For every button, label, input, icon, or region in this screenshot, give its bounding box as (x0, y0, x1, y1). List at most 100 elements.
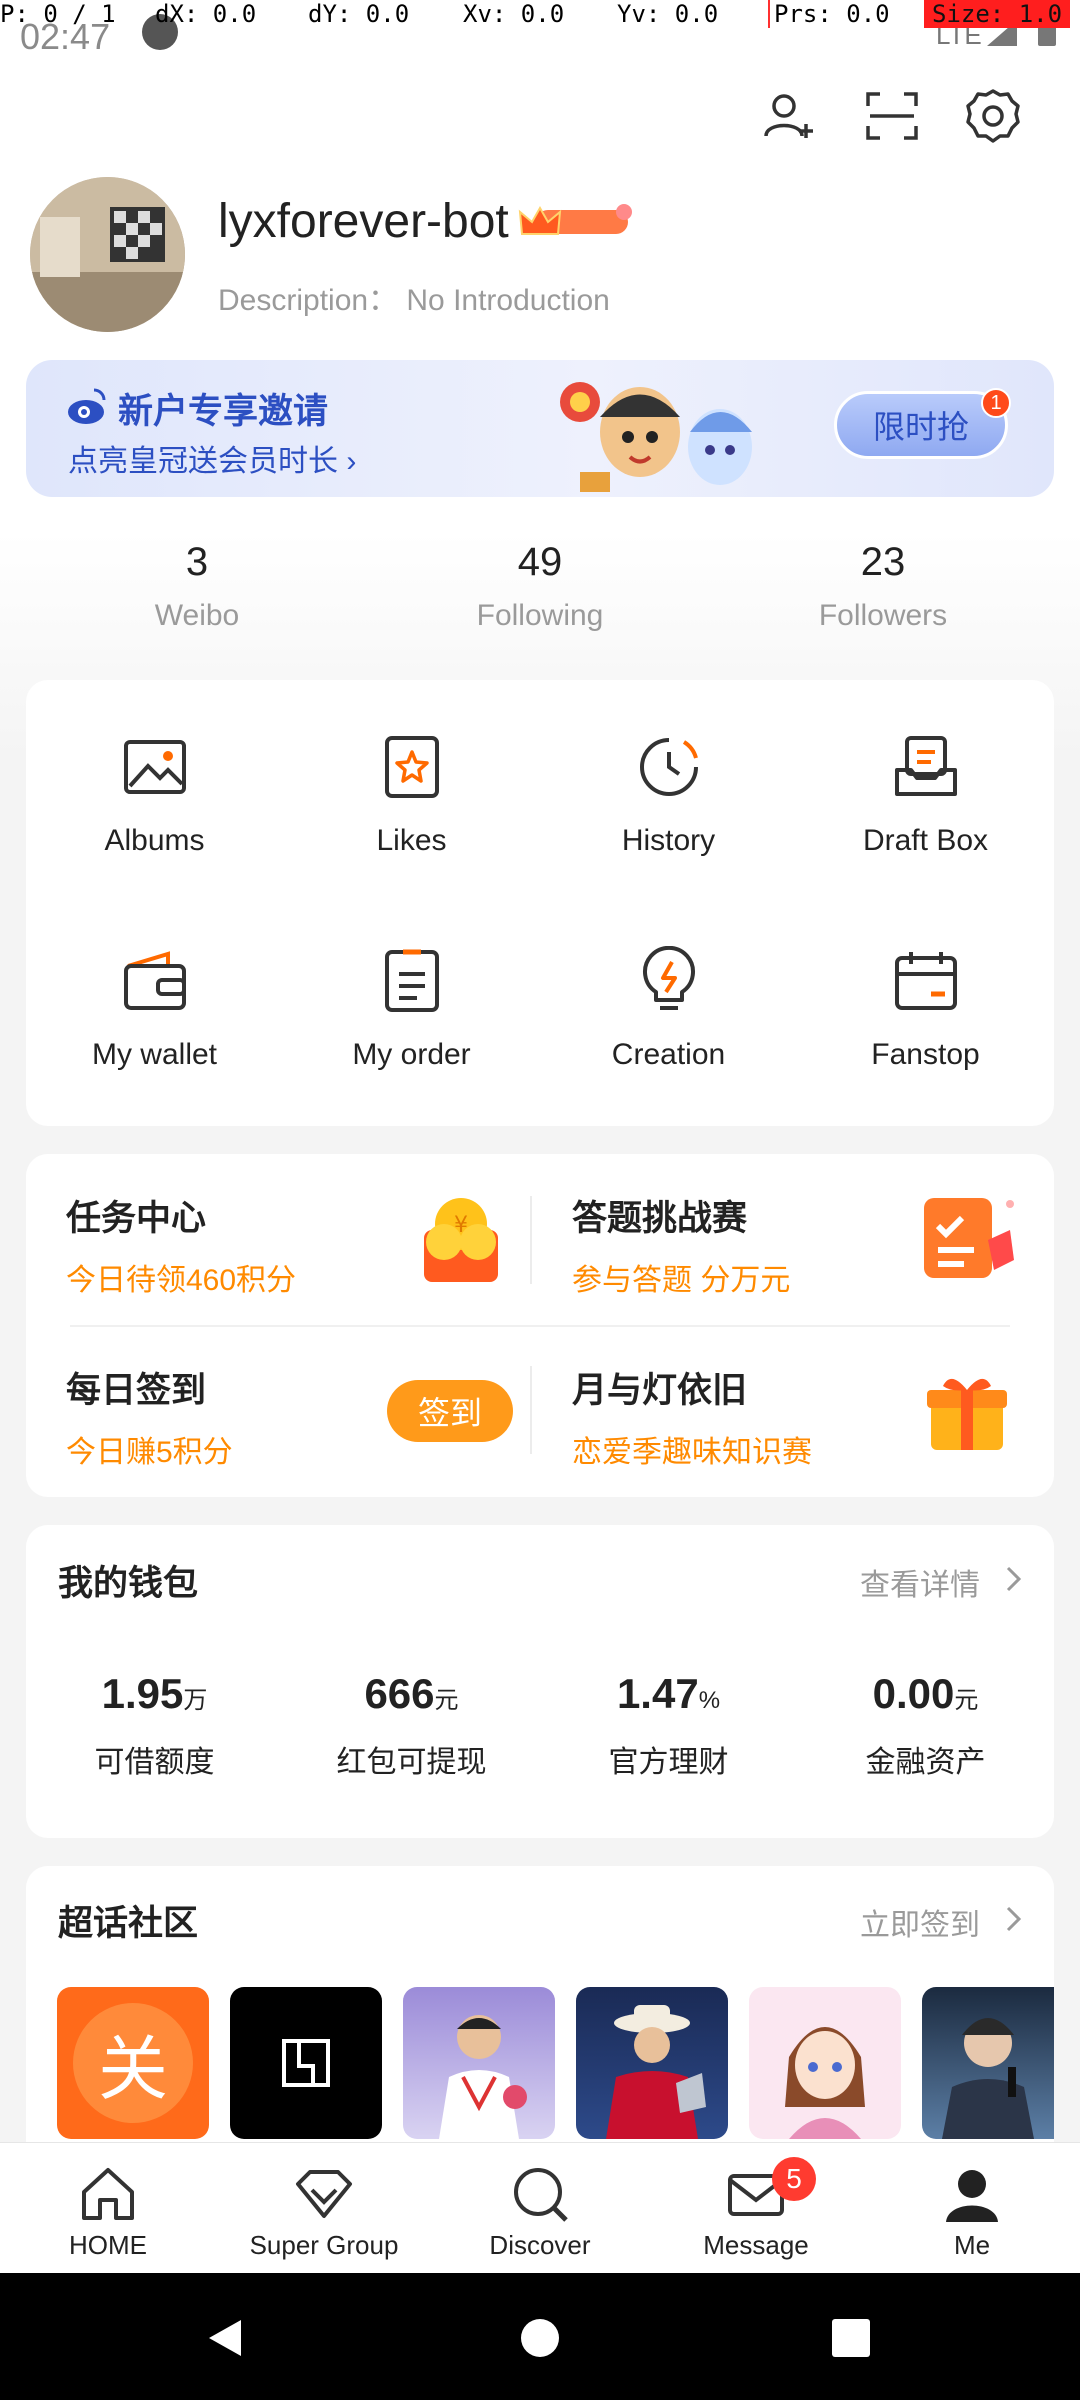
nav-message[interactable]: Message (648, 2162, 864, 2261)
nav-super-group[interactable]: Super Group (216, 2162, 432, 2261)
username[interactable]: lyxforever-bot (218, 194, 509, 249)
grid-item-likes[interactable]: Likes (283, 732, 540, 902)
wallet-finance-unit: % (698, 1687, 721, 1714)
community-thumb-3[interactable] (403, 1987, 555, 2139)
recents-square-icon[interactable] (831, 2318, 871, 2358)
grid-label-creation: Creation (611, 1038, 726, 1071)
community-thumb-1[interactable]: 关 (57, 1987, 209, 2139)
tasks-divider-h (70, 1325, 1010, 1327)
add-friend-icon[interactable] (760, 86, 820, 146)
grid-label-my-order: My order (352, 1038, 471, 1071)
likes-icon (384, 736, 439, 798)
debug-prs: Prs: 0.0 (768, 0, 890, 28)
nav-me-label: Me (953, 2230, 991, 2260)
wallet-redpacket-label: 红包可提现 (336, 1746, 487, 1779)
profile-description: Description： No Introduction (218, 284, 610, 317)
wallet-assets-value[interactable]: 0.00元 (797, 1670, 1054, 1718)
task-center-subtitle: 今日待领460积分 (66, 1264, 297, 1297)
daily-checkin[interactable]: 每日签到 今日赚5积分 (66, 1362, 233, 1471)
weibo-logo-icon (68, 388, 106, 424)
grid-item-draft-box[interactable]: Draft Box (797, 732, 1054, 902)
tasks-divider-v1 (530, 1196, 532, 1284)
debug-dx: dX: 0.0 (155, 0, 257, 28)
wallet-credit-label: 可借额度 (94, 1746, 215, 1779)
back-triangle-icon[interactable] (203, 2316, 247, 2360)
community-thumb-2[interactable] (230, 1987, 382, 2139)
avatar-image (30, 177, 185, 332)
debug-yv: Yv: 0.0 (617, 0, 719, 28)
debug-xv: Xv: 0.0 (463, 0, 565, 28)
wallet-more-link[interactable]: 查看详情 (860, 1560, 980, 1604)
nav-message-label: Message (703, 2230, 809, 2260)
community-thumb-6[interactable] (922, 1987, 1054, 2139)
wallet-finance-value[interactable]: 1.47% (540, 1670, 797, 1718)
banner-subtitle[interactable]: 点亮皇冠送会员时长 › (68, 436, 356, 480)
home-circle-icon[interactable] (520, 2318, 560, 2358)
lantern-subtitle: 恋爱季趣味知识赛 (572, 1436, 812, 1469)
nav-me[interactable]: Me (864, 2162, 1080, 2261)
svg-text:¥: ¥ (454, 1213, 468, 1238)
checkin-button[interactable]: 签到 (387, 1380, 513, 1442)
discover-icon (514, 2168, 568, 2222)
stat-followers[interactable]: 23 Followers (733, 540, 1033, 633)
wallet-redpacket-unit: 元 (434, 1687, 459, 1714)
nav-discover-label: Discover (489, 2230, 591, 2260)
scan-icon[interactable] (862, 86, 922, 146)
checkin-subtitle: 今日赚5积分 (66, 1436, 233, 1469)
wallet-icon (123, 951, 186, 1010)
grid-item-fanstop[interactable]: Fanstop (797, 946, 1054, 1116)
wallet-credit-value[interactable]: 1.95万 (26, 1670, 283, 1718)
debug-p: P: 0 / 1 (0, 0, 116, 28)
grid-label-albums: Albums (104, 824, 205, 857)
pointer-debug-bar: P: 0 / 1 dX: 0.0 dY: 0.0 Xv: 0.0 Yv: 0.0… (0, 0, 1080, 32)
task-center[interactable]: 任务中心 今日待领460积分 (66, 1190, 296, 1299)
stat-following[interactable]: 49 Following (390, 540, 690, 633)
albums-icon (123, 740, 186, 794)
nav-discover[interactable]: Discover (432, 2162, 648, 2261)
grid-label-fanstop: Fanstop (871, 1038, 980, 1071)
task-center-title: 任务中心 (66, 1199, 207, 1238)
chevron-right-icon[interactable] (1004, 1564, 1024, 1594)
community-checkin-link[interactable]: 立即签到 (860, 1900, 980, 1944)
checkin-title: 每日签到 (66, 1371, 207, 1410)
super-group-icon (296, 2170, 352, 2218)
quiz-subtitle: 参与答题 分万元 (572, 1264, 791, 1297)
grid-item-creation[interactable]: Creation (540, 946, 797, 1116)
coins-icon: ¥ (424, 1198, 498, 1282)
nav-home[interactable]: HOME (0, 2162, 216, 2261)
settings-gear-icon[interactable] (963, 86, 1023, 146)
quiz-challenge[interactable]: 答题挑战赛 参与答题 分万元 (572, 1190, 790, 1299)
wallet-redpacket-number: 666 (364, 1670, 435, 1717)
community-thumb-4[interactable] (576, 1987, 728, 2139)
wallet-credit-unit: 万 (183, 1687, 208, 1714)
grid-item-history[interactable]: History (540, 732, 797, 902)
chevron-right-icon[interactable] (1004, 1904, 1024, 1934)
debug-dy: dY: 0.0 (308, 0, 410, 28)
avatar[interactable] (30, 177, 185, 332)
fanstop-icon (894, 952, 957, 1010)
grid-label-my-wallet: My wallet (91, 1038, 218, 1071)
debug-size: Size: 1.0 (924, 0, 1071, 28)
stat-followers-value: 23 (860, 540, 906, 584)
wallet-assets-label: 金融资产 (865, 1746, 986, 1779)
community-thumb-6-image (942, 2018, 1034, 2139)
creation-icon (642, 946, 695, 1010)
quiz-title: 答题挑战赛 (572, 1199, 748, 1238)
quiz-clipboard-icon (924, 1198, 1014, 1278)
grid-item-my-wallet[interactable]: My wallet (26, 946, 283, 1116)
lantern-title: 月与灯依旧 (572, 1371, 748, 1410)
community-thumb-5[interactable] (749, 1987, 901, 2139)
wallet-assets-unit: 元 (954, 1687, 979, 1714)
community-thumb-5-image (785, 2027, 865, 2139)
community-thumb-2-logo-icon (282, 2039, 330, 2087)
banner-badge: 1 (981, 388, 1011, 418)
grid-item-albums[interactable]: Albums (26, 732, 283, 902)
wallet-credit-number: 1.95 (101, 1670, 184, 1717)
lantern-quiz[interactable]: 月与灯依旧 恋爱季趣味知识赛 (572, 1362, 812, 1471)
stat-weibo[interactable]: 3 Weibo (47, 540, 347, 633)
grid-item-my-order[interactable]: My order (283, 946, 540, 1116)
wallet-title: 我的钱包 (58, 1564, 199, 1603)
vip-crown-badge-icon[interactable] (516, 202, 636, 242)
wallet-redpacket-value[interactable]: 666元 (283, 1670, 540, 1718)
banner-characters-illustration (560, 382, 752, 492)
